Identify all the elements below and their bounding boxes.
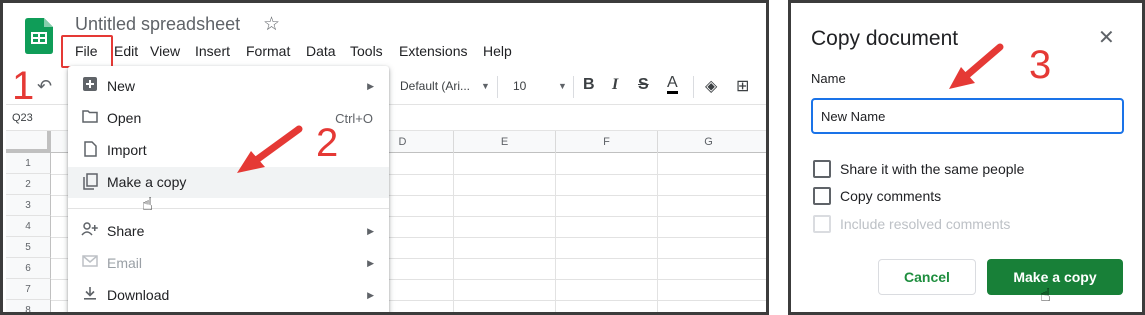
dialog-title: Copy document [811,27,959,50]
row-header[interactable]: 7 [6,279,51,300]
menu-item-label: Download [107,287,170,303]
column-header-e[interactable]: E [453,131,555,153]
text-color-icon[interactable]: A [667,75,678,94]
undo-icon[interactable]: ↶ [37,76,52,97]
star-icon[interactable]: ☆ [263,13,280,36]
row-header[interactable]: 2 [6,174,51,195]
row-header[interactable]: 8 [6,300,51,312]
person-add-icon [81,222,99,240]
name-box[interactable]: Q23 [6,107,66,131]
step-number-1: 1 [12,64,35,108]
menu-item-label: Email [107,255,143,271]
menu-item-label: Make a copy [107,174,187,190]
menu-edit[interactable]: Edit [114,43,138,59]
checkbox-label: Copy comments [840,188,942,204]
grid-line [453,153,454,312]
make-a-copy-button[interactable]: Make a copy [987,259,1123,295]
toolbar-divider [497,76,498,98]
checkbox[interactable] [813,160,831,178]
grid-line [555,153,556,312]
menu-item-label: New [107,78,136,94]
select-all-corner[interactable] [6,131,51,153]
menu-extensions[interactable]: Extensions [399,43,467,59]
font-size-select[interactable]: 10 [513,79,526,93]
menu-insert[interactable]: Insert [195,43,230,59]
checkbox[interactable] [813,187,831,205]
toolbar-divider [693,76,694,98]
menu-data[interactable]: Data [306,43,336,59]
submenu-arrow-icon: ▶ [367,290,374,300]
menu-file[interactable]: File [75,43,98,59]
submenu-arrow-icon: ▶ [367,226,374,236]
column-header-g[interactable]: G [657,131,759,153]
menu-item-download[interactable]: Download ▶ [68,280,389,311]
fill-color-icon[interactable]: ◈ [705,76,717,96]
menu-item-make-a-copy[interactable]: Make a copy [68,167,389,198]
name-field-label: Name [811,71,846,86]
file-icon [81,141,99,159]
row-header[interactable]: 5 [6,237,51,258]
submenu-arrow-icon: ▶ [367,258,374,268]
menu-item-label: Open [107,110,142,126]
column-header-f[interactable]: F [555,131,657,153]
menu-item-new[interactable]: New ▶ [68,71,389,102]
row-header[interactable]: 1 [6,153,51,174]
row-header[interactable]: 3 [6,195,51,216]
step-number-2: 2 [316,121,339,165]
download-icon [81,286,99,304]
bold-icon[interactable]: B [583,76,595,94]
menu-tools[interactable]: Tools [350,43,383,59]
checkbox-label: Share it with the same people [840,161,1025,177]
font-family-select[interactable]: Default (Ari... [400,79,470,93]
menu-format[interactable]: Format [246,43,290,59]
borders-icon[interactable]: ⊞ [736,76,749,96]
sheets-window: Untitled spreadsheet ☆ File Edit View In… [0,0,769,315]
red-arrow-icon [237,125,303,173]
hand-cursor-icon: ☝ [142,194,153,214]
menu-item-label: Import [107,142,147,158]
copy-document-dialog: Copy document ✕ Name Share it with the s… [788,0,1145,315]
folder-icon [81,109,99,127]
grid-line [657,153,658,312]
name-input[interactable] [811,98,1124,134]
row-header[interactable]: 6 [6,258,51,279]
italic-icon[interactable]: I [612,76,618,94]
chevron-down-icon: ▼ [558,81,567,91]
file-dropdown-menu: New ▶ Open Ctrl+O Import Make a copy Sha… [68,66,389,312]
menu-help[interactable]: Help [483,43,512,59]
document-title[interactable]: Untitled spreadsheet [75,14,240,35]
checkbox-label: Include resolved comments [840,216,1011,232]
menu-item-label: Share [107,223,145,239]
submenu-arrow-icon: ▶ [367,81,374,91]
sheets-logo-icon [25,18,53,54]
menu-item-import[interactable]: Import [68,135,389,166]
close-icon[interactable]: ✕ [1098,25,1115,50]
plus-icon [81,77,99,95]
red-arrow-icon [949,43,1004,89]
toolbar-divider [573,76,574,98]
step-number-3: 3 [1029,43,1052,87]
menu-divider [68,208,389,209]
strikethrough-icon[interactable]: S [638,76,649,94]
menu-view[interactable]: View [150,43,180,59]
copy-icon [81,173,99,191]
hand-cursor-icon: ☝ [1040,285,1051,305]
row-header[interactable]: 4 [6,216,51,237]
menu-item-email[interactable]: Email ▶ [68,248,389,279]
chevron-down-icon: ▼ [481,81,490,91]
menu-item-open[interactable]: Open Ctrl+O [68,103,389,134]
checkbox [813,215,831,233]
keyboard-shortcut: Ctrl+O [335,111,373,126]
menu-item-share[interactable]: Share ▶ [68,216,389,247]
cancel-button[interactable]: Cancel [878,259,976,295]
mail-icon [81,254,99,272]
merge-cells-icon[interactable]: ⋮ [762,76,766,96]
